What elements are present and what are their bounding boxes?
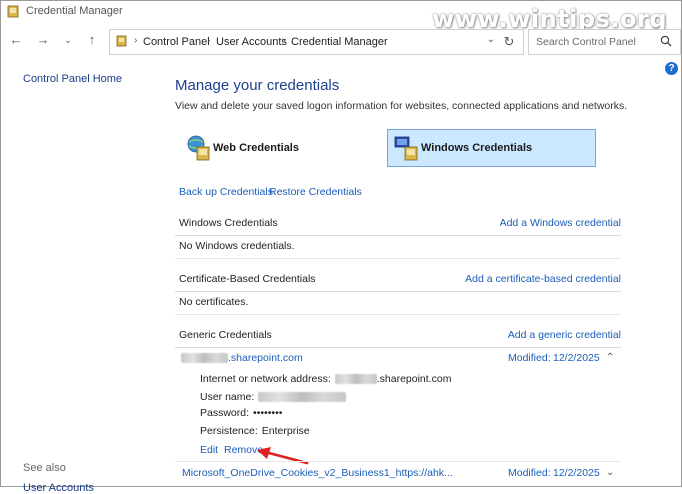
- address-label: Internet or network address:: [200, 373, 331, 385]
- windows-credentials-tile[interactable]: Windows Credentials: [387, 129, 596, 167]
- backup-credentials-link[interactable]: Back up Credentials: [179, 186, 273, 198]
- divider: [175, 258, 621, 259]
- breadcrumb-credential-manager[interactable]: Credential Manager: [291, 36, 388, 48]
- windows-credentials-section-header: Windows Credentials Add a Windows creden…: [175, 213, 621, 236]
- add-windows-credential-link[interactable]: Add a Windows credential: [500, 217, 621, 229]
- windows-vault-icon: [394, 136, 418, 161]
- left-pane: Control Panel Home See also User Account…: [1, 58, 161, 494]
- redacted-text: [181, 353, 228, 364]
- redacted-username: [258, 392, 347, 403]
- divider: [175, 461, 621, 462]
- credential-manager-window: Credential Manager www.wintips.org ← → ⌄…: [0, 0, 682, 494]
- section-title: Windows Credentials: [179, 217, 278, 229]
- control-panel-icon: [116, 35, 127, 47]
- no-certificates-text: No certificates.: [179, 296, 249, 308]
- search-input[interactable]: Search Control Panel: [528, 29, 681, 55]
- chevron-up-icon[interactable]: ⌃: [606, 352, 614, 363]
- control-panel-home-link[interactable]: Control Panel Home: [23, 73, 122, 85]
- breadcrumb-control-panel[interactable]: Control Panel: [143, 36, 210, 48]
- address-dropdown-icon[interactable]: ⌄: [487, 34, 495, 45]
- username-row: User name:: [200, 391, 347, 403]
- search-icon[interactable]: [660, 35, 672, 47]
- chevron-down-icon[interactable]: ⌄: [59, 31, 77, 49]
- password-value: ••••••••: [253, 407, 283, 419]
- persistence-row: Persistence: Enterprise: [200, 425, 310, 437]
- username-label: User name:: [200, 391, 255, 403]
- add-certificate-credential-link[interactable]: Add a certificate-based credential: [465, 273, 621, 285]
- web-credentials-tile[interactable]: Web Credentials: [179, 129, 381, 167]
- page-description: View and delete your saved logon informa…: [175, 100, 628, 112]
- modified-date: 12/2/2025: [553, 467, 600, 479]
- credential-name: .sharepoint.com: [228, 352, 303, 364]
- credential-item-onedrive[interactable]: Microsoft_OneDrive_Cookies_v2_Business1_…: [182, 467, 453, 479]
- persistence-label: Persistence:: [200, 425, 258, 437]
- title-bar: Credential Manager www.wintips.org: [1, 1, 681, 33]
- restore-credentials-link[interactable]: Restore Credentials: [269, 186, 362, 198]
- generic-credentials-section-header: Generic Credentials Add a generic creden…: [175, 325, 621, 348]
- see-also-label: See also: [23, 462, 66, 474]
- arrow-left-icon[interactable]: ←: [7, 31, 25, 49]
- breadcrumb-separator-icon: ›: [207, 35, 211, 46]
- address-row: Internet or network address: .sharepoint.…: [200, 373, 451, 385]
- chevron-down-icon[interactable]: ⌄: [606, 467, 614, 478]
- divider: [175, 314, 621, 315]
- windows-credentials-label: Windows Credentials: [421, 142, 533, 154]
- refresh-icon[interactable]: ↻: [501, 34, 517, 50]
- certificate-credentials-section-header: Certificate-Based Credentials Add a cert…: [175, 269, 621, 292]
- globe-vault-icon: [187, 135, 210, 161]
- breadcrumb-separator-icon: ›: [282, 35, 286, 46]
- modified-date: 12/2/2025: [553, 352, 600, 364]
- breadcrumb-separator-icon: ›: [134, 35, 138, 46]
- address-bar[interactable]: › Control Panel › User Accounts › Creden…: [109, 29, 524, 55]
- add-generic-credential-link[interactable]: Add a generic credential: [508, 329, 621, 341]
- no-windows-credentials-text: No Windows credentials.: [179, 240, 295, 252]
- page-title: Manage your credentials: [175, 77, 340, 94]
- help-icon[interactable]: ?: [665, 62, 678, 75]
- edit-link[interactable]: Edit: [200, 444, 218, 456]
- arrow-right-icon[interactable]: →: [34, 31, 52, 49]
- credential-manager-icon: [7, 5, 19, 18]
- breadcrumb-user-accounts[interactable]: User Accounts: [216, 36, 287, 48]
- arrow-up-icon[interactable]: ↑: [83, 31, 101, 49]
- web-credentials-label: Web Credentials: [213, 142, 299, 154]
- window-title: Credential Manager: [26, 5, 123, 17]
- redacted-text: [334, 374, 377, 385]
- credential-item-sharepoint[interactable]: .sharepoint.com: [181, 352, 303, 364]
- persistence-value: Enterprise: [261, 425, 310, 437]
- user-accounts-link[interactable]: User Accounts: [23, 482, 94, 494]
- password-row: Password: ••••••••: [200, 407, 282, 419]
- modified-label: Modified:: [508, 467, 551, 479]
- search-placeholder: Search Control Panel: [536, 36, 636, 48]
- password-label: Password:: [200, 407, 250, 419]
- address-value: .sharepoint.com: [376, 373, 452, 385]
- modified-label: Modified:: [508, 352, 551, 364]
- section-title: Generic Credentials: [179, 329, 272, 341]
- section-title: Certificate-Based Credentials: [179, 273, 316, 285]
- red-arrow-annotation: [257, 447, 309, 465]
